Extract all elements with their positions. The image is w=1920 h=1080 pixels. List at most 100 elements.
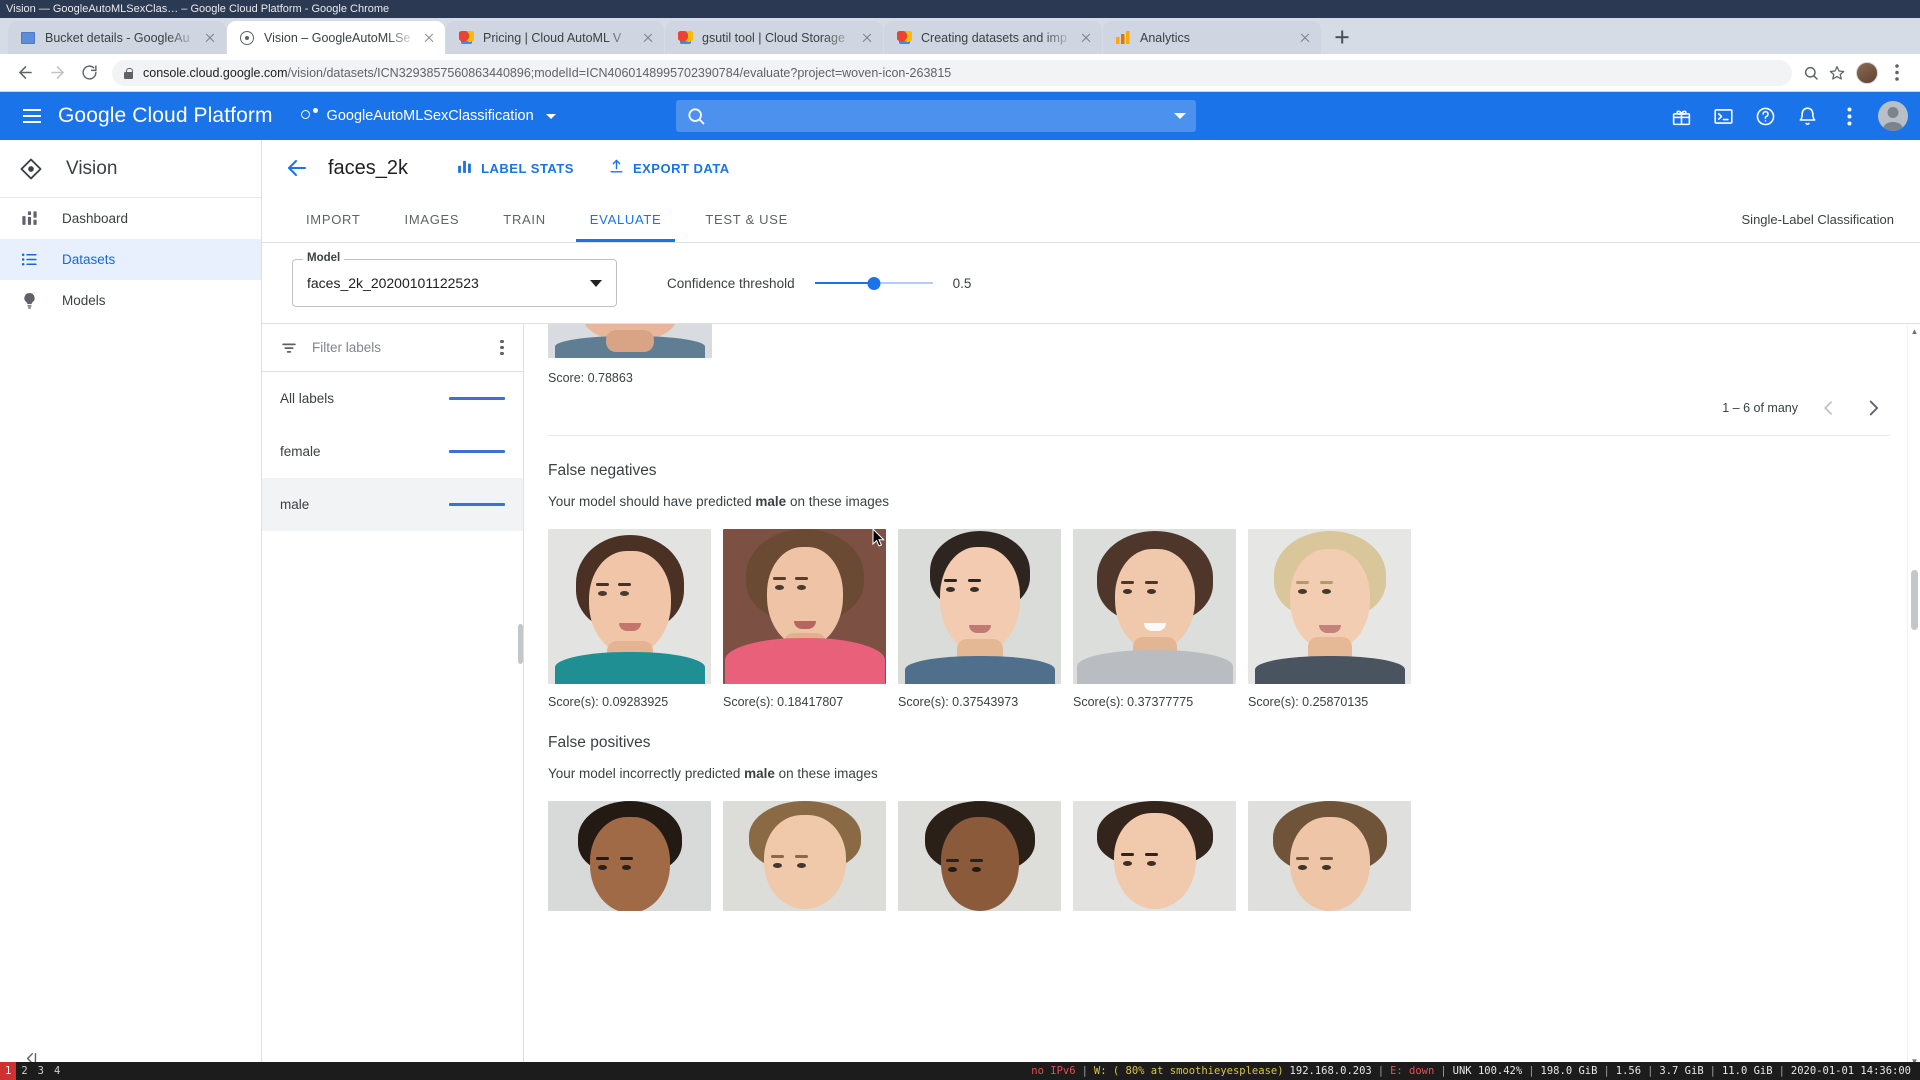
workspace-1[interactable]: 1 [0,1062,17,1080]
result-image-cell[interactable] [1248,801,1411,911]
close-icon[interactable] [202,30,218,46]
label-name: All labels [280,391,335,406]
slider-fill [814,282,874,284]
face-thumbnail[interactable] [1073,529,1236,684]
notifications-bell-icon[interactable] [1788,97,1826,135]
face-thumbnail[interactable] [548,529,711,684]
tab-images[interactable]: IMAGES [383,196,482,242]
project-selector[interactable]: GoogleAutoMLSexClassification [300,108,556,124]
workspace-3[interactable]: 3 [33,1062,49,1080]
unknown-status: UNK 100.42% [1452,1065,1523,1077]
user-avatar[interactable] [1878,101,1908,131]
workspace-2[interactable]: 2 [16,1062,32,1080]
export-data-button[interactable]: EXPORT DATA [600,152,738,184]
result-image-cell[interactable]: Score(s): 0.37543973 [898,529,1061,709]
back-icon[interactable] [10,58,40,88]
browser-tab[interactable]: gsutil tool | Cloud Storage [665,21,883,54]
window-title-text: Vision — GoogleAutoMLSexClas… – Google C… [6,3,390,15]
address-bar[interactable]: console.cloud.google.com/vision/datasets… [112,59,1792,86]
result-image-cell[interactable] [1073,801,1236,911]
gift-icon[interactable] [1662,97,1700,135]
false-negatives-label: male [755,494,787,509]
vertical-scroll-thumb[interactable] [1911,570,1918,630]
sidebar-item-dashboard[interactable]: Dashboard [0,198,261,239]
result-image-cell[interactable]: Score(s): 0.37377775 [1073,529,1236,709]
face-thumbnail[interactable] [723,529,886,684]
cloud-shell-icon[interactable] [1704,97,1742,135]
tab-import[interactable]: IMPORT [284,196,383,242]
chevron-down-icon[interactable] [1173,113,1186,119]
chevron-down-icon [590,279,602,287]
model-select[interactable]: Model faces_2k_20200101122523 [292,252,617,307]
result-image-cell[interactable]: Score(s): 0.09283925 [548,529,711,709]
gcp-logo[interactable]: Google Cloud Platform [58,104,273,128]
sidebar-item-models[interactable]: Models [0,280,261,321]
result-image-cell[interactable] [548,801,711,911]
sidebar-item-label: Datasets [62,252,116,267]
results-scroll-area: Score: 0.78863 1 – 6 of many False negat… [524,324,1920,1080]
result-image-cell[interactable] [898,801,1061,911]
labels-panel-scrollbar[interactable] [518,624,523,664]
label-row-female[interactable]: female [262,425,523,478]
face-thumbnail[interactable] [1248,801,1411,911]
confidence-threshold-slider[interactable] [814,273,933,293]
label-row-male[interactable]: male [262,478,523,531]
back-arrow-icon[interactable] [284,155,310,181]
forward-icon[interactable] [42,58,72,88]
false-negatives-description: Your model should have predicted male on… [548,494,889,509]
tab-train[interactable]: TRAIN [481,196,568,242]
tab-evaluate[interactable]: EVALUATE [568,196,684,242]
bookmark-star-icon[interactable] [1824,60,1850,86]
previous-page-icon[interactable] [1816,395,1842,421]
filter-icon [280,339,298,357]
close-icon[interactable] [859,30,875,46]
zoom-icon[interactable] [1798,60,1824,86]
cropped-thumbnail[interactable] [548,324,712,358]
left-navigation: Vision Dashboard Datasets Models [0,140,262,1080]
score-caption: Score(s): 0.37377775 [1073,695,1194,709]
search-input[interactable] [675,100,1196,132]
content-vertical-scrollbar[interactable]: ▲ ▼ [1907,324,1920,1080]
browser-tab[interactable]: Analytics [1103,21,1321,54]
face-thumbnail[interactable] [548,801,711,911]
profile-avatar[interactable] [1856,61,1878,84]
face-thumbnail[interactable] [1248,529,1411,684]
browser-tab-active[interactable]: Vision – GoogleAutoMLSe [227,21,445,54]
reload-icon[interactable] [74,58,104,88]
result-image-cell[interactable]: Score(s): 0.25870135 [1248,529,1411,709]
vision-icon [239,30,255,46]
result-image-cell[interactable] [723,801,886,911]
ipv6-status: no IPv6 [1031,1065,1076,1077]
next-page-icon[interactable] [1860,395,1886,421]
menu-icon[interactable] [12,96,52,136]
tab-test-and-use[interactable]: TEST & USE [683,196,810,242]
browser-tab[interactable]: Pricing | Cloud AutoML V [446,21,664,54]
close-icon[interactable] [421,30,437,46]
scroll-up-icon[interactable]: ▲ [1908,324,1920,338]
more-options-icon[interactable] [1830,97,1868,135]
filter-labels-input[interactable]: Filter labels [312,340,477,355]
face-thumbnail[interactable] [898,529,1061,684]
sidebar-item-datasets[interactable]: Datasets [0,239,261,280]
new-tab-button[interactable] [1328,23,1356,51]
browser-tab[interactable]: Creating datasets and imp [884,21,1102,54]
chrome-menu-icon[interactable] [1884,60,1910,86]
labels-more-options-icon[interactable] [491,337,513,359]
label-row-all-labels[interactable]: All labels [262,372,523,425]
slider-thumb[interactable] [867,276,881,290]
browser-tab[interactable]: Bucket details - GoogleAu [8,21,226,54]
close-icon[interactable] [1297,30,1313,46]
workspace-4[interactable]: 4 [49,1062,65,1080]
header-actions [1662,97,1908,135]
help-icon[interactable] [1746,97,1784,135]
gcloud-icon [677,30,693,46]
false-positives-title: False positives [548,734,651,751]
face-thumbnail[interactable] [898,801,1061,911]
close-icon[interactable] [640,30,656,46]
close-icon[interactable] [1078,30,1094,46]
label-stats-button[interactable]: LABEL STATS [448,152,582,184]
face-thumbnail[interactable] [723,801,886,911]
result-image-cell[interactable]: Score(s): 0.18417807 [723,529,886,709]
face-thumbnail[interactable] [1073,801,1236,911]
memory-total: 198.0 GiB [1540,1065,1598,1077]
